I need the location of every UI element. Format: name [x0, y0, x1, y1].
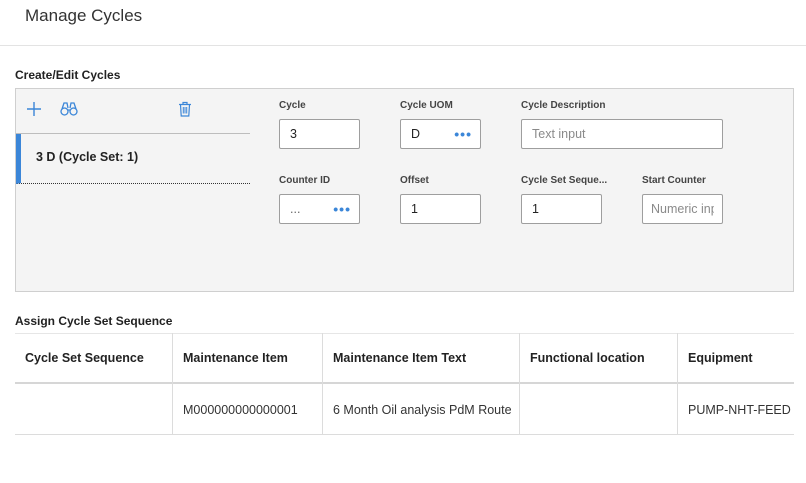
- cell-equipment[interactable]: PUMP-NHT-FEED: [678, 385, 794, 435]
- cycle-uom-field[interactable]: D •••: [400, 119, 481, 149]
- counter-id-lookup-icon[interactable]: •••: [333, 202, 351, 216]
- cycle-label: Cycle: [279, 100, 306, 111]
- counter-id-value: ...: [290, 202, 301, 216]
- assign-heading: Assign Cycle Set Sequence: [15, 314, 173, 328]
- column-header-maintenance-item-text[interactable]: Maintenance Item Text: [323, 333, 519, 383]
- plus-icon[interactable]: [24, 99, 44, 119]
- create-edit-heading: Create/Edit Cycles: [15, 68, 121, 82]
- cycle-uom-lookup-icon[interactable]: •••: [454, 127, 472, 141]
- cycle-description-label: Cycle Description: [521, 100, 606, 111]
- cycle-list-item[interactable]: 3 D (Cycle Set: 1): [16, 134, 250, 184]
- counter-id-label: Counter ID: [279, 175, 331, 186]
- column-header-cycle-set-sequence[interactable]: Cycle Set Sequence: [15, 333, 172, 383]
- column-header-equipment[interactable]: Equipment: [678, 333, 794, 383]
- cycle-set-sequence-label: Cycle Set Seque...: [521, 175, 608, 186]
- column-header-maintenance-item[interactable]: Maintenance Item: [173, 333, 322, 383]
- assign-table: Cycle Set Sequence Maintenance Item Main…: [15, 333, 794, 435]
- cycle-description-input[interactable]: [521, 119, 723, 149]
- offset-label: Offset: [400, 175, 429, 186]
- offset-input[interactable]: [400, 194, 481, 224]
- cell-maintenance-item-text[interactable]: 6 Month Oil analysis PdM Route: [323, 385, 519, 435]
- cycle-list-item-label: 3 D (Cycle Set: 1): [36, 150, 139, 164]
- cell-functional-location[interactable]: [520, 385, 677, 435]
- page-title: Manage Cycles: [25, 6, 143, 25]
- counter-id-field[interactable]: ... •••: [279, 194, 360, 224]
- column-header-functional-location[interactable]: Functional location: [520, 333, 677, 383]
- binoculars-icon[interactable]: [59, 99, 79, 119]
- cycle-input[interactable]: [279, 119, 360, 149]
- page-header: Manage Cycles: [0, 0, 806, 46]
- cycle-set-sequence-input[interactable]: [521, 194, 602, 224]
- cell-maintenance-item[interactable]: M000000000000001: [173, 385, 322, 435]
- trash-icon[interactable]: [175, 99, 195, 119]
- cell-cycle-set-sequence[interactable]: [15, 385, 172, 435]
- create-edit-panel: 3 D (Cycle Set: 1) Cycle Cycle UOM D •••…: [15, 88, 794, 292]
- cycle-uom-label: Cycle UOM: [400, 100, 453, 111]
- start-counter-input[interactable]: [642, 194, 723, 224]
- cycle-uom-value: D: [411, 127, 421, 141]
- start-counter-label: Start Counter: [642, 175, 706, 186]
